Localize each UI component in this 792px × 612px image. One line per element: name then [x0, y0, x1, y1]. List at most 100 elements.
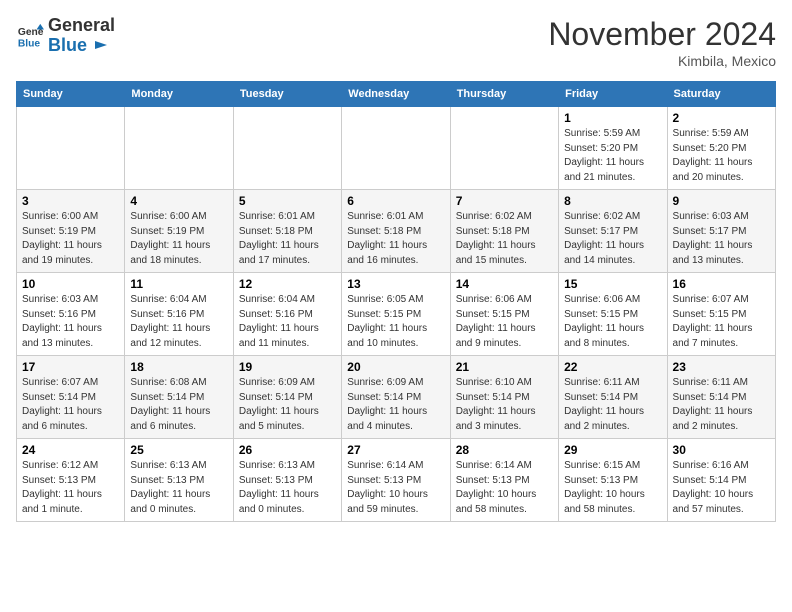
calendar-cell: 9Sunrise: 6:03 AM Sunset: 5:17 PM Daylig…	[667, 190, 775, 273]
column-header-friday: Friday	[559, 82, 667, 107]
day-info: Sunrise: 6:07 AM Sunset: 5:14 PM Dayligh…	[22, 376, 119, 434]
calendar-cell: 17Sunrise: 6:07 AM Sunset: 5:14 PM Dayli…	[17, 356, 125, 439]
day-info: Sunrise: 6:02 AM Sunset: 5:18 PM Dayligh…	[456, 210, 553, 268]
calendar-cell: 3 Sunrise: 6:00 AM Sunset: 5:19 PM Daylig…	[17, 190, 125, 273]
day-number: 25	[130, 443, 227, 457]
calendar-cell	[450, 107, 558, 190]
day-info: Sunrise: 6:10 AM Sunset: 5:14 PM Dayligh…	[456, 376, 553, 434]
calendar-week-row: 24Sunrise: 6:12 AM Sunset: 5:13 PM Dayli…	[17, 439, 776, 522]
month-title: November 2024	[548, 16, 776, 53]
day-number: 11	[130, 277, 227, 291]
day-number: 23	[673, 360, 770, 374]
day-number: 30	[673, 443, 770, 457]
calendar-cell: 11 Sunrise: 6:04 AM Sunset: 5:16 PM Dayli…	[125, 273, 233, 356]
day-number: 9	[673, 194, 770, 208]
page-header: General Blue General Blue November 2024 …	[16, 16, 776, 69]
day-info: Sunrise: 6:09 AM Sunset: 5:14 PM Dayligh…	[239, 376, 336, 434]
calendar-cell: 7 Sunrise: 6:02 AM Sunset: 5:18 PM Daylig…	[450, 190, 558, 273]
calendar-cell: 25 Sunrise: 6:13 AM Sunset: 5:13 PM Dayli…	[125, 439, 233, 522]
calendar-cell: 22 Sunrise: 6:11 AM Sunset: 5:14 PM Dayli…	[559, 356, 667, 439]
day-info: Sunrise: 6:00 AM Sunset: 5:19 PM Dayligh…	[130, 210, 227, 268]
day-number: 10	[22, 277, 119, 291]
calendar-cell	[342, 107, 450, 190]
day-number: 7	[456, 194, 553, 208]
calendar-cell: 14 Sunrise: 6:06 AM Sunset: 5:15 PM Dayli…	[450, 273, 558, 356]
logo-blue-text: Blue	[48, 35, 87, 55]
day-info: Sunrise: 6:11 AM Sunset: 5:14 PM Dayligh…	[564, 376, 661, 434]
column-header-saturday: Saturday	[667, 82, 775, 107]
column-header-thursday: Thursday	[450, 82, 558, 107]
calendar-cell: 6 Sunrise: 6:01 AM Sunset: 5:18 PM Daylig…	[342, 190, 450, 273]
calendar-cell	[233, 107, 341, 190]
logo-icon: General Blue	[16, 22, 44, 50]
day-info: Sunrise: 6:04 AM Sunset: 5:16 PM Dayligh…	[130, 293, 227, 351]
calendar-week-row: 17Sunrise: 6:07 AM Sunset: 5:14 PM Dayli…	[17, 356, 776, 439]
calendar-cell: 23 Sunrise: 6:11 AM Sunset: 5:14 PM Dayli…	[667, 356, 775, 439]
day-number: 22	[564, 360, 661, 374]
day-info: Sunrise: 6:03 AM Sunset: 5:16 PM Dayligh…	[22, 293, 119, 351]
day-number: 1	[564, 111, 661, 125]
column-header-monday: Monday	[125, 82, 233, 107]
calendar-cell: 12 Sunrise: 6:04 AM Sunset: 5:16 PM Dayli…	[233, 273, 341, 356]
day-number: 5	[239, 194, 336, 208]
logo-flag-icon	[93, 39, 109, 55]
calendar-cell: 8Sunrise: 6:02 AM Sunset: 5:17 PM Daylig…	[559, 190, 667, 273]
day-number: 16	[673, 277, 770, 291]
day-info: Sunrise: 6:11 AM Sunset: 5:14 PM Dayligh…	[673, 376, 770, 434]
column-header-tuesday: Tuesday	[233, 82, 341, 107]
day-number: 26	[239, 443, 336, 457]
day-number: 18	[130, 360, 227, 374]
day-number: 2	[673, 111, 770, 125]
svg-text:Blue: Blue	[18, 38, 41, 49]
location: Kimbila, Mexico	[548, 53, 776, 69]
calendar-week-row: 3 Sunrise: 6:00 AM Sunset: 5:19 PM Daylig…	[17, 190, 776, 273]
day-number: 19	[239, 360, 336, 374]
day-info: Sunrise: 6:16 AM Sunset: 5:14 PM Dayligh…	[673, 459, 770, 517]
day-number: 21	[456, 360, 553, 374]
day-info: Sunrise: 6:01 AM Sunset: 5:18 PM Dayligh…	[347, 210, 444, 268]
day-number: 28	[456, 443, 553, 457]
day-info: Sunrise: 6:14 AM Sunset: 5:13 PM Dayligh…	[456, 459, 553, 517]
day-number: 27	[347, 443, 444, 457]
calendar-week-row: 10 Sunrise: 6:03 AM Sunset: 5:16 PM Dayli…	[17, 273, 776, 356]
calendar-cell: 18Sunrise: 6:08 AM Sunset: 5:14 PM Dayli…	[125, 356, 233, 439]
day-info: Sunrise: 5:59 AM Sunset: 5:20 PM Dayligh…	[564, 127, 661, 185]
day-number: 4	[130, 194, 227, 208]
day-info: Sunrise: 6:14 AM Sunset: 5:13 PM Dayligh…	[347, 459, 444, 517]
day-number: 12	[239, 277, 336, 291]
day-info: Sunrise: 6:04 AM Sunset: 5:16 PM Dayligh…	[239, 293, 336, 351]
day-info: Sunrise: 6:07 AM Sunset: 5:15 PM Dayligh…	[673, 293, 770, 351]
calendar-cell: 19 Sunrise: 6:09 AM Sunset: 5:14 PM Dayli…	[233, 356, 341, 439]
calendar-cell	[125, 107, 233, 190]
column-header-sunday: Sunday	[17, 82, 125, 107]
day-info: Sunrise: 6:15 AM Sunset: 5:13 PM Dayligh…	[564, 459, 661, 517]
calendar-header-row: SundayMondayTuesdayWednesdayThursdayFrid…	[17, 82, 776, 107]
logo: General Blue General Blue	[16, 16, 115, 56]
calendar-cell: 29 Sunrise: 6:15 AM Sunset: 5:13 PM Dayli…	[559, 439, 667, 522]
calendar-cell: 26Sunrise: 6:13 AM Sunset: 5:13 PM Dayli…	[233, 439, 341, 522]
day-info: Sunrise: 6:02 AM Sunset: 5:17 PM Dayligh…	[564, 210, 661, 268]
day-info: Sunrise: 6:06 AM Sunset: 5:15 PM Dayligh…	[456, 293, 553, 351]
calendar-cell: 1 Sunrise: 5:59 AM Sunset: 5:20 PM Daylig…	[559, 107, 667, 190]
calendar-cell: 4 Sunrise: 6:00 AM Sunset: 5:19 PM Daylig…	[125, 190, 233, 273]
day-info: Sunrise: 6:00 AM Sunset: 5:19 PM Dayligh…	[22, 210, 119, 268]
calendar-cell: 28 Sunrise: 6:14 AM Sunset: 5:13 PM Dayli…	[450, 439, 558, 522]
day-number: 6	[347, 194, 444, 208]
day-number: 14	[456, 277, 553, 291]
day-number: 29	[564, 443, 661, 457]
day-info: Sunrise: 6:06 AM Sunset: 5:15 PM Dayligh…	[564, 293, 661, 351]
calendar-cell: 30 Sunrise: 6:16 AM Sunset: 5:14 PM Dayli…	[667, 439, 775, 522]
day-info: Sunrise: 6:13 AM Sunset: 5:13 PM Dayligh…	[130, 459, 227, 517]
calendar-cell	[17, 107, 125, 190]
calendar-cell: 27 Sunrise: 6:14 AM Sunset: 5:13 PM Dayli…	[342, 439, 450, 522]
calendar-cell: 15Sunrise: 6:06 AM Sunset: 5:15 PM Dayli…	[559, 273, 667, 356]
title-section: November 2024 Kimbila, Mexico	[548, 16, 776, 69]
calendar-cell: 5Sunrise: 6:01 AM Sunset: 5:18 PM Daylig…	[233, 190, 341, 273]
day-number: 3	[22, 194, 119, 208]
column-header-wednesday: Wednesday	[342, 82, 450, 107]
logo-general-text: General	[48, 16, 115, 36]
calendar-week-row: 1 Sunrise: 5:59 AM Sunset: 5:20 PM Daylig…	[17, 107, 776, 190]
calendar-table: SundayMondayTuesdayWednesdayThursdayFrid…	[16, 81, 776, 522]
day-number: 20	[347, 360, 444, 374]
day-info: Sunrise: 6:05 AM Sunset: 5:15 PM Dayligh…	[347, 293, 444, 351]
